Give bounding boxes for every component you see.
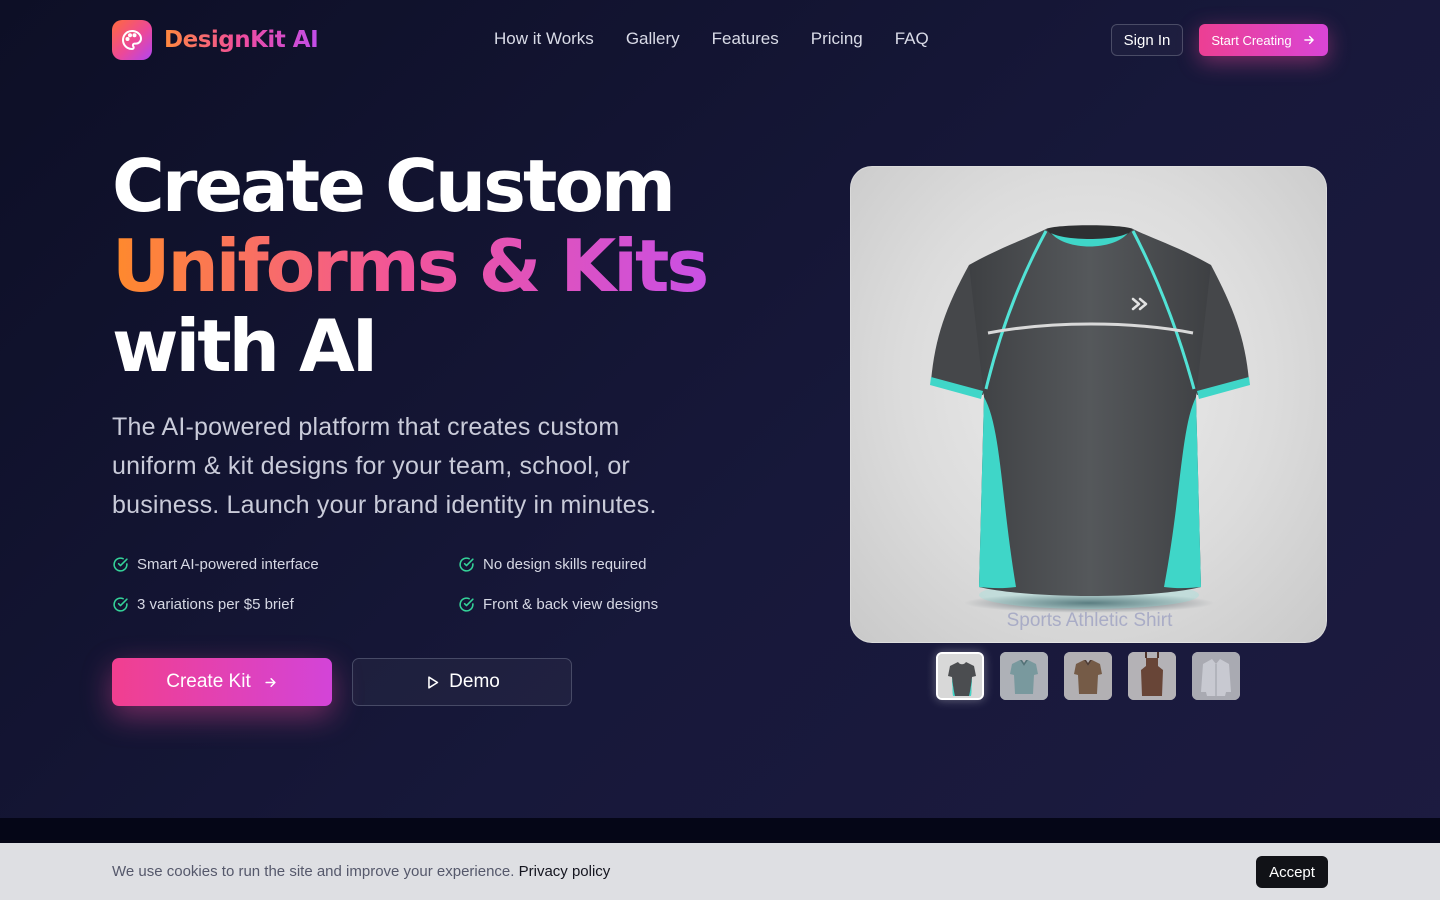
cookie-text: We use cookies to run the site and impro… — [112, 863, 515, 880]
demo-label: Demo — [449, 671, 500, 692]
feature-text: Smart AI-powered interface — [137, 556, 319, 573]
feature-text: Front & back view designs — [483, 596, 659, 613]
check-circle-icon — [113, 557, 128, 572]
hero-title-line-1: Create Custom — [112, 144, 676, 228]
check-circle-icon — [459, 597, 474, 612]
check-circle-icon — [113, 597, 128, 612]
start-creating-label: Start Creating — [1211, 32, 1292, 48]
kit-preview-image: Sports Athletic Shirt — [850, 166, 1327, 643]
thumbnail-athletic-shirt[interactable] — [936, 652, 984, 700]
feature-item: No design skills required — [458, 556, 646, 573]
nav-link-gallery[interactable]: Gallery — [626, 29, 680, 49]
brand-name: DesignKit AI — [164, 27, 319, 53]
nav-link-how-it-works[interactable]: How it Works — [494, 29, 594, 49]
sign-in-label: Sign In — [1123, 31, 1171, 49]
nav-link-faq[interactable]: FAQ — [895, 29, 929, 49]
thumbnail-brown-apron[interactable] — [1128, 652, 1176, 700]
check-circle-icon — [459, 557, 474, 572]
feature-item: Front & back view designs — [458, 596, 658, 613]
play-icon — [428, 675, 439, 689]
section-divider — [0, 818, 1440, 844]
thumbnail-brown-polo[interactable] — [1064, 652, 1112, 700]
nav-link-features[interactable]: Features — [712, 29, 779, 49]
preview-caption: Sports Athletic Shirt — [1006, 610, 1173, 631]
accept-label: Accept — [1269, 863, 1315, 881]
privacy-policy-link[interactable]: Privacy policy — [519, 863, 611, 880]
hero-title: Create Custom Uniforms & Kits with AI — [112, 146, 752, 386]
thumbnail-teal-polo[interactable] — [1000, 652, 1048, 700]
cookie-message: We use cookies to run the site and impro… — [112, 863, 610, 880]
hero-title-line-2: Uniforms & Kits — [112, 226, 752, 306]
preview-thumbnails — [936, 652, 1240, 700]
nav-link-pricing[interactable]: Pricing — [811, 29, 863, 49]
start-creating-button[interactable]: Start Creating — [1199, 24, 1328, 56]
feature-text: No design skills required — [483, 556, 647, 573]
create-kit-button[interactable]: Create Kit — [112, 658, 332, 706]
palette-icon — [112, 20, 152, 60]
accept-cookies-button[interactable]: Accept — [1256, 856, 1328, 888]
feature-text: 3 variations per $5 brief — [137, 596, 294, 613]
thumbnail-white-dress-shirt[interactable] — [1192, 652, 1240, 700]
cookie-banner: We use cookies to run the site and impro… — [0, 843, 1440, 900]
arrow-right-icon — [265, 677, 276, 687]
feature-item: 3 variations per $5 brief — [112, 596, 294, 613]
hero-title-line-3: with AI — [112, 304, 378, 388]
sign-in-button[interactable]: Sign In — [1111, 24, 1183, 56]
top-navigation: DesignKit AI How it Works Gallery Featur… — [0, 0, 1440, 80]
arrow-right-icon — [1303, 35, 1314, 45]
demo-button[interactable]: Demo — [352, 658, 572, 706]
athletic-shirt-illustration — [930, 225, 1250, 613]
create-kit-label: Create Kit — [166, 671, 251, 692]
nav-links: How it Works Gallery Features Pricing FA… — [494, 29, 929, 49]
brand-logo[interactable]: DesignKit AI — [112, 20, 319, 60]
feature-item: Smart AI-powered interface — [112, 556, 319, 573]
hero-subtitle: The AI-powered platform that creates cus… — [112, 413, 657, 519]
